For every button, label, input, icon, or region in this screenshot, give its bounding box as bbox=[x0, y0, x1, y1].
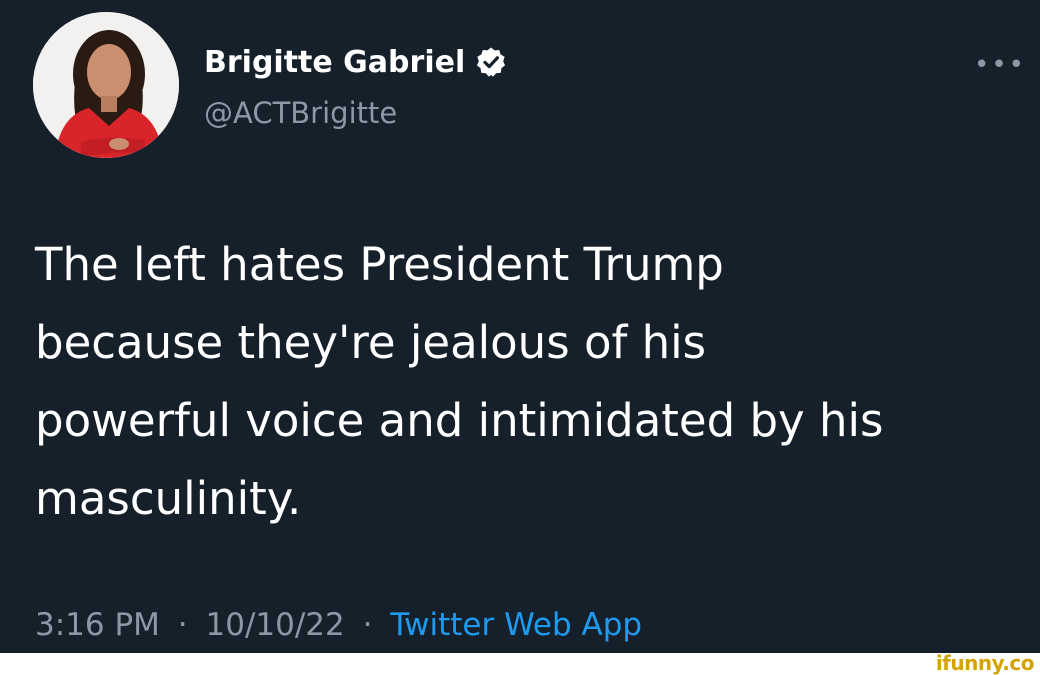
meta-separator: · bbox=[177, 607, 188, 643]
tweet-card: Brigitte Gabriel @ACTBrigitte ••• The le… bbox=[0, 0, 1040, 653]
tweet-time[interactable]: 3:16 PM bbox=[35, 607, 160, 643]
verified-badge-icon bbox=[475, 46, 507, 78]
more-options-icon[interactable]: ••• bbox=[974, 50, 1026, 80]
tweet-text: The left hates President Trump because t… bbox=[35, 238, 884, 525]
author-handle[interactable]: @ACTBrigitte bbox=[204, 96, 397, 130]
tweet-meta: 3:16 PM · 10/10/22 · Twitter Web App bbox=[35, 607, 642, 643]
ifunny-watermark-logo: ifunny.co bbox=[935, 651, 1035, 675]
avatar[interactable] bbox=[33, 12, 179, 158]
watermark-bar: ifunny.co bbox=[0, 651, 1040, 675]
tweet-date[interactable]: 10/10/22 bbox=[206, 607, 345, 643]
author-name-row: Brigitte Gabriel bbox=[204, 40, 507, 84]
tweet-source-link[interactable]: Twitter Web App bbox=[390, 607, 642, 643]
meta-separator: · bbox=[362, 607, 373, 643]
avatar-image bbox=[33, 12, 179, 158]
author-display-name[interactable]: Brigitte Gabriel bbox=[204, 45, 465, 80]
